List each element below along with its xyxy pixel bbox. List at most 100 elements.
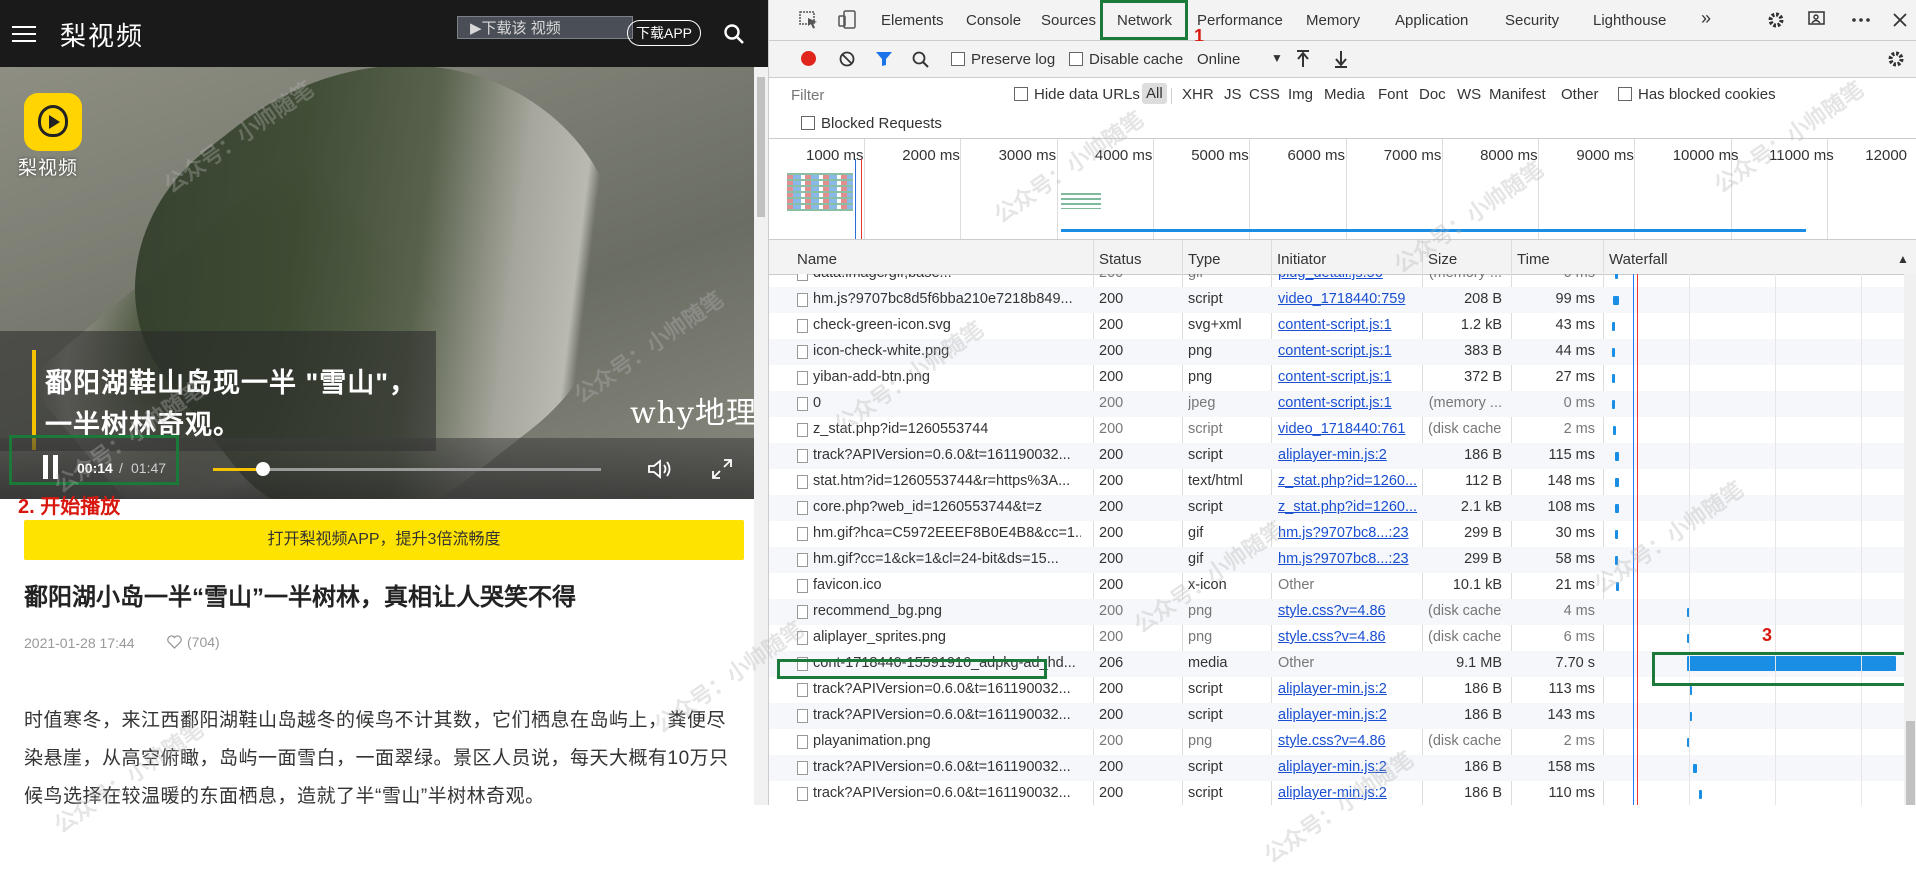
type-filter-doc[interactable]: Doc xyxy=(1419,86,1446,103)
fullscreen-icon[interactable] xyxy=(711,458,733,480)
request-initiator[interactable]: aliplayer-min.js:2 xyxy=(1278,681,1418,697)
table-row[interactable]: 0 200 jpeg content-script.js:1 (memory ... 0 … xyxy=(769,391,1916,417)
request-initiator[interactable]: content-script.js:1 xyxy=(1278,343,1418,359)
table-row[interactable]: recommend_bg.png 200 png style.css?v=4.86 (d… xyxy=(769,599,1916,625)
tab-console[interactable]: Console xyxy=(966,12,1021,29)
request-initiator[interactable]: z_stat.php?id=1260... xyxy=(1278,473,1418,489)
table-row[interactable]: track?APIVersion=0.6.0&t=161190032... 200… xyxy=(769,755,1916,781)
col-type-header[interactable]: Type xyxy=(1188,251,1221,268)
type-filter-other[interactable]: Other xyxy=(1561,86,1599,103)
request-initiator[interactable]: content-script.js:1 xyxy=(1278,395,1418,411)
tab-security[interactable]: Security xyxy=(1505,12,1559,29)
table-row[interactable]: playanimation.png 200 png style.css?v=4.86 (… xyxy=(769,729,1916,755)
filter-input[interactable] xyxy=(789,83,983,107)
request-initiator[interactable]: content-script.js:1 xyxy=(1278,369,1418,385)
col-waterfall-header[interactable]: Waterfall xyxy=(1609,251,1668,268)
throttling-select[interactable]: Online xyxy=(1197,51,1240,68)
request-initiator[interactable]: style.css?v=4.86 xyxy=(1278,629,1418,645)
type-filter-ws[interactable]: WS xyxy=(1457,86,1481,103)
search-icon[interactable] xyxy=(912,51,929,68)
table-row[interactable]: core.php?web_id=1260553744&t=z 200 script z… xyxy=(769,495,1916,521)
type-filter-js[interactable]: JS xyxy=(1224,86,1242,103)
settings-gear-icon[interactable] xyxy=(1767,11,1785,29)
page-scrollbar-thumb[interactable] xyxy=(757,77,765,217)
table-row[interactable]: track?APIVersion=0.6.0&t=161190032... 200… xyxy=(769,443,1916,469)
table-row[interactable]: icon-check-white.png 200 png content-script… xyxy=(769,339,1916,365)
blocked-requests-checkbox[interactable] xyxy=(801,116,815,130)
search-icon[interactable] xyxy=(724,24,744,44)
table-row[interactable]: hm.gif?cc=1&ck=1&cl=24-bit&ds=15... 200 gi… xyxy=(769,547,1916,573)
type-filter-media[interactable]: Media xyxy=(1324,86,1365,103)
heart-icon[interactable] xyxy=(167,635,182,649)
request-initiator[interactable]: plug_detail.js:56 xyxy=(1278,274,1418,281)
col-name-header[interactable]: Name xyxy=(797,251,837,268)
type-filter-all[interactable]: All xyxy=(1142,83,1167,104)
table-row[interactable]: z_stat.php?id=1260553744 200 script video_1… xyxy=(769,417,1916,443)
tab-lighthouse[interactable]: Lighthouse xyxy=(1593,12,1666,29)
table-row[interactable]: hm.js?9707bc8d5f6bba210e7218b849... 200 sc… xyxy=(769,287,1916,313)
site-logo[interactable]: 梨视频 xyxy=(60,16,144,53)
request-initiator[interactable]: style.css?v=4.86 xyxy=(1278,603,1418,619)
request-initiator[interactable]: z_stat.php?id=1260... xyxy=(1278,499,1418,515)
request-initiator[interactable]: video_1718440:761 xyxy=(1278,421,1418,437)
download-app-button[interactable]: 下载APP xyxy=(627,20,702,46)
close-devtools-icon[interactable] xyxy=(1893,13,1907,27)
more-tabs-button[interactable]: » xyxy=(1701,8,1711,29)
export-har-icon[interactable] xyxy=(1334,50,1348,68)
col-initiator-header[interactable]: Initiator xyxy=(1277,251,1326,268)
volume-icon[interactable] xyxy=(647,459,673,479)
table-row[interactable]: check-green-icon.svg 200 svg+xml content-sc… xyxy=(769,313,1916,339)
chevron-down-icon[interactable]: ▼ xyxy=(1271,51,1283,65)
feedback-icon[interactable] xyxy=(1807,10,1827,30)
preserve-log-checkbox[interactable] xyxy=(951,52,965,66)
request-initiator[interactable]: content-script.js:1 xyxy=(1278,317,1418,333)
type-filter-font[interactable]: Font xyxy=(1378,86,1408,103)
import-har-icon[interactable] xyxy=(1296,50,1310,68)
table-row[interactable]: aliplayer_sprites.png 200 png style.css?v=4… xyxy=(769,625,1916,651)
table-row[interactable]: track?APIVersion=0.6.0&t=161190032... 200… xyxy=(769,781,1916,805)
type-filter-xhr[interactable]: XHR xyxy=(1182,86,1214,103)
request-initiator[interactable]: style.css?v=4.86 xyxy=(1278,733,1418,749)
request-initiator[interactable]: aliplayer-min.js:2 xyxy=(1278,707,1418,723)
page-scrollbar[interactable] xyxy=(754,67,768,805)
tab-application[interactable]: Application xyxy=(1395,12,1468,29)
table-scrollbar-thumb[interactable] xyxy=(1906,721,1915,805)
menu-icon[interactable] xyxy=(12,26,36,42)
request-initiator[interactable]: video_1718440:759 xyxy=(1278,291,1418,307)
sort-ascending-icon[interactable]: ▲ xyxy=(1897,252,1909,266)
table-scrollbar[interactable] xyxy=(1904,274,1916,805)
record-icon[interactable] xyxy=(801,51,816,66)
request-initiator[interactable]: hm.js?9707bc8...:23 xyxy=(1278,551,1418,567)
table-row[interactable]: favicon.ico 200 x-icon Other 10.1 kB 21 ms xyxy=(769,573,1916,599)
request-initiator[interactable]: aliplayer-min.js:2 xyxy=(1278,447,1418,463)
col-size-header[interactable]: Size xyxy=(1428,251,1457,268)
inspect-element-icon[interactable] xyxy=(799,11,819,29)
tab-performance[interactable]: Performance xyxy=(1197,12,1283,29)
table-row[interactable]: data:image/gif;base... 200 gif plug_detail.… xyxy=(769,274,1916,287)
network-settings-gear-icon[interactable] xyxy=(1887,50,1905,68)
col-time-header[interactable]: Time xyxy=(1517,251,1550,268)
tab-sources[interactable]: Sources xyxy=(1041,12,1096,29)
table-row[interactable]: track?APIVersion=0.6.0&t=161190032... 200… xyxy=(769,703,1916,729)
type-filter-css[interactable]: CSS xyxy=(1249,86,1280,103)
request-initiator[interactable]: hm.js?9707bc8...:23 xyxy=(1278,525,1418,541)
clear-icon[interactable] xyxy=(839,51,855,67)
tab-memory[interactable]: Memory xyxy=(1306,12,1360,29)
device-toolbar-icon[interactable] xyxy=(838,10,858,30)
table-row[interactable]: stat.htm?id=1260553744&r=https%3A... 200 t… xyxy=(769,469,1916,495)
tab-elements[interactable]: Elements xyxy=(881,12,944,29)
type-filter-manifest[interactable]: Manifest xyxy=(1489,86,1546,103)
has-blocked-cookies-checkbox[interactable] xyxy=(1618,87,1632,101)
table-row[interactable]: hm.gif?hca=C5972EEEF8B0E4B8&cc=1... 200 gi… xyxy=(769,521,1916,547)
col-status-header[interactable]: Status xyxy=(1099,251,1142,268)
open-app-banner[interactable]: 打开梨视频APP，提升3倍流畅度 xyxy=(24,520,744,560)
request-initiator[interactable]: aliplayer-min.js:2 xyxy=(1278,785,1418,801)
disable-cache-checkbox[interactable] xyxy=(1069,52,1083,66)
network-overview-timeline[interactable]: 1000 ms 2000 ms 3000 ms 4000 ms 5000 ms 6000 … xyxy=(769,139,1916,240)
table-row[interactable]: yiban-add-btn.png 200 png content-script.js… xyxy=(769,365,1916,391)
hide-data-urls-checkbox[interactable] xyxy=(1014,87,1028,101)
filter-icon[interactable] xyxy=(875,51,893,67)
download-video-button[interactable]: ▶下载该 视频 xyxy=(457,16,633,39)
request-initiator[interactable]: aliplayer-min.js:2 xyxy=(1278,759,1418,775)
more-options-icon[interactable] xyxy=(1852,18,1870,22)
